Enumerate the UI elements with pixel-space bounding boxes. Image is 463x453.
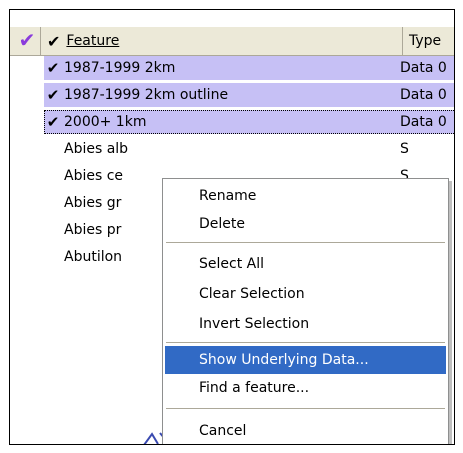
- table-row[interactable]: ✔ 1987-1999 2km Data 0: [44, 56, 454, 80]
- feature-column-label[interactable]: Feature: [66, 33, 119, 49]
- checkmark-icon[interactable]: ✔: [44, 113, 62, 131]
- feature-list-window: ✔ ✔ Feature Type ✔ 1987-1999 2km Data 0 …: [9, 9, 455, 445]
- menu-item-delete[interactable]: Delete: [165, 210, 446, 238]
- feature-type: S: [400, 141, 409, 157]
- feature-name: Abies alb: [64, 141, 129, 157]
- column-header-feature[interactable]: ✔ Feature: [40, 27, 402, 55]
- feature-name: 1987-1999 2km: [64, 60, 176, 76]
- feature-name: 1987-1999 2km outline: [64, 87, 229, 103]
- feature-name: Abies ce: [64, 168, 124, 184]
- context-menu: Rename Delete Select All Clear Selection…: [162, 178, 449, 444]
- checkmark-icon[interactable]: ✔: [44, 59, 62, 77]
- feature-type: Data 0: [400, 87, 447, 103]
- feature-type: Data 0: [400, 60, 447, 76]
- feature-name: 2000+ 1km: [64, 114, 147, 130]
- column-header-type[interactable]: Type: [402, 27, 454, 55]
- feature-name: Abies pr: [64, 222, 122, 238]
- menu-item-select-all[interactable]: Select All: [165, 250, 446, 278]
- menu-separator: [166, 342, 445, 344]
- checkmark-icon[interactable]: ✔: [44, 86, 62, 104]
- menu-item-clear-selection[interactable]: Clear Selection: [165, 280, 446, 308]
- menu-item-rename[interactable]: Rename: [165, 182, 446, 210]
- menu-item-show-underlying-data[interactable]: Show Underlying Data...: [165, 346, 446, 374]
- menu-item-find-feature[interactable]: Find a feature...: [165, 374, 446, 402]
- menu-separator: [166, 242, 445, 244]
- column-check-icon: ✔: [47, 31, 61, 51]
- table-row[interactable]: Abies alb S: [44, 137, 454, 161]
- grid-header: ✔ ✔ Feature Type: [10, 27, 454, 56]
- menu-item-cancel[interactable]: Cancel: [165, 417, 446, 444]
- menu-item-invert-selection[interactable]: Invert Selection: [165, 310, 446, 338]
- menu-separator: [166, 408, 445, 410]
- feature-name: Abutilon: [64, 249, 123, 265]
- feature-type: Data 0: [400, 114, 447, 130]
- feature-name: Abies gr: [64, 195, 122, 211]
- type-column-label[interactable]: Type: [409, 33, 441, 49]
- checkmark-icon[interactable]: ✔: [16, 28, 38, 52]
- table-row[interactable]: ✔ 2000+ 1km Data 0: [44, 110, 454, 134]
- table-row[interactable]: ✔ 1987-1999 2km outline Data 0: [44, 83, 454, 107]
